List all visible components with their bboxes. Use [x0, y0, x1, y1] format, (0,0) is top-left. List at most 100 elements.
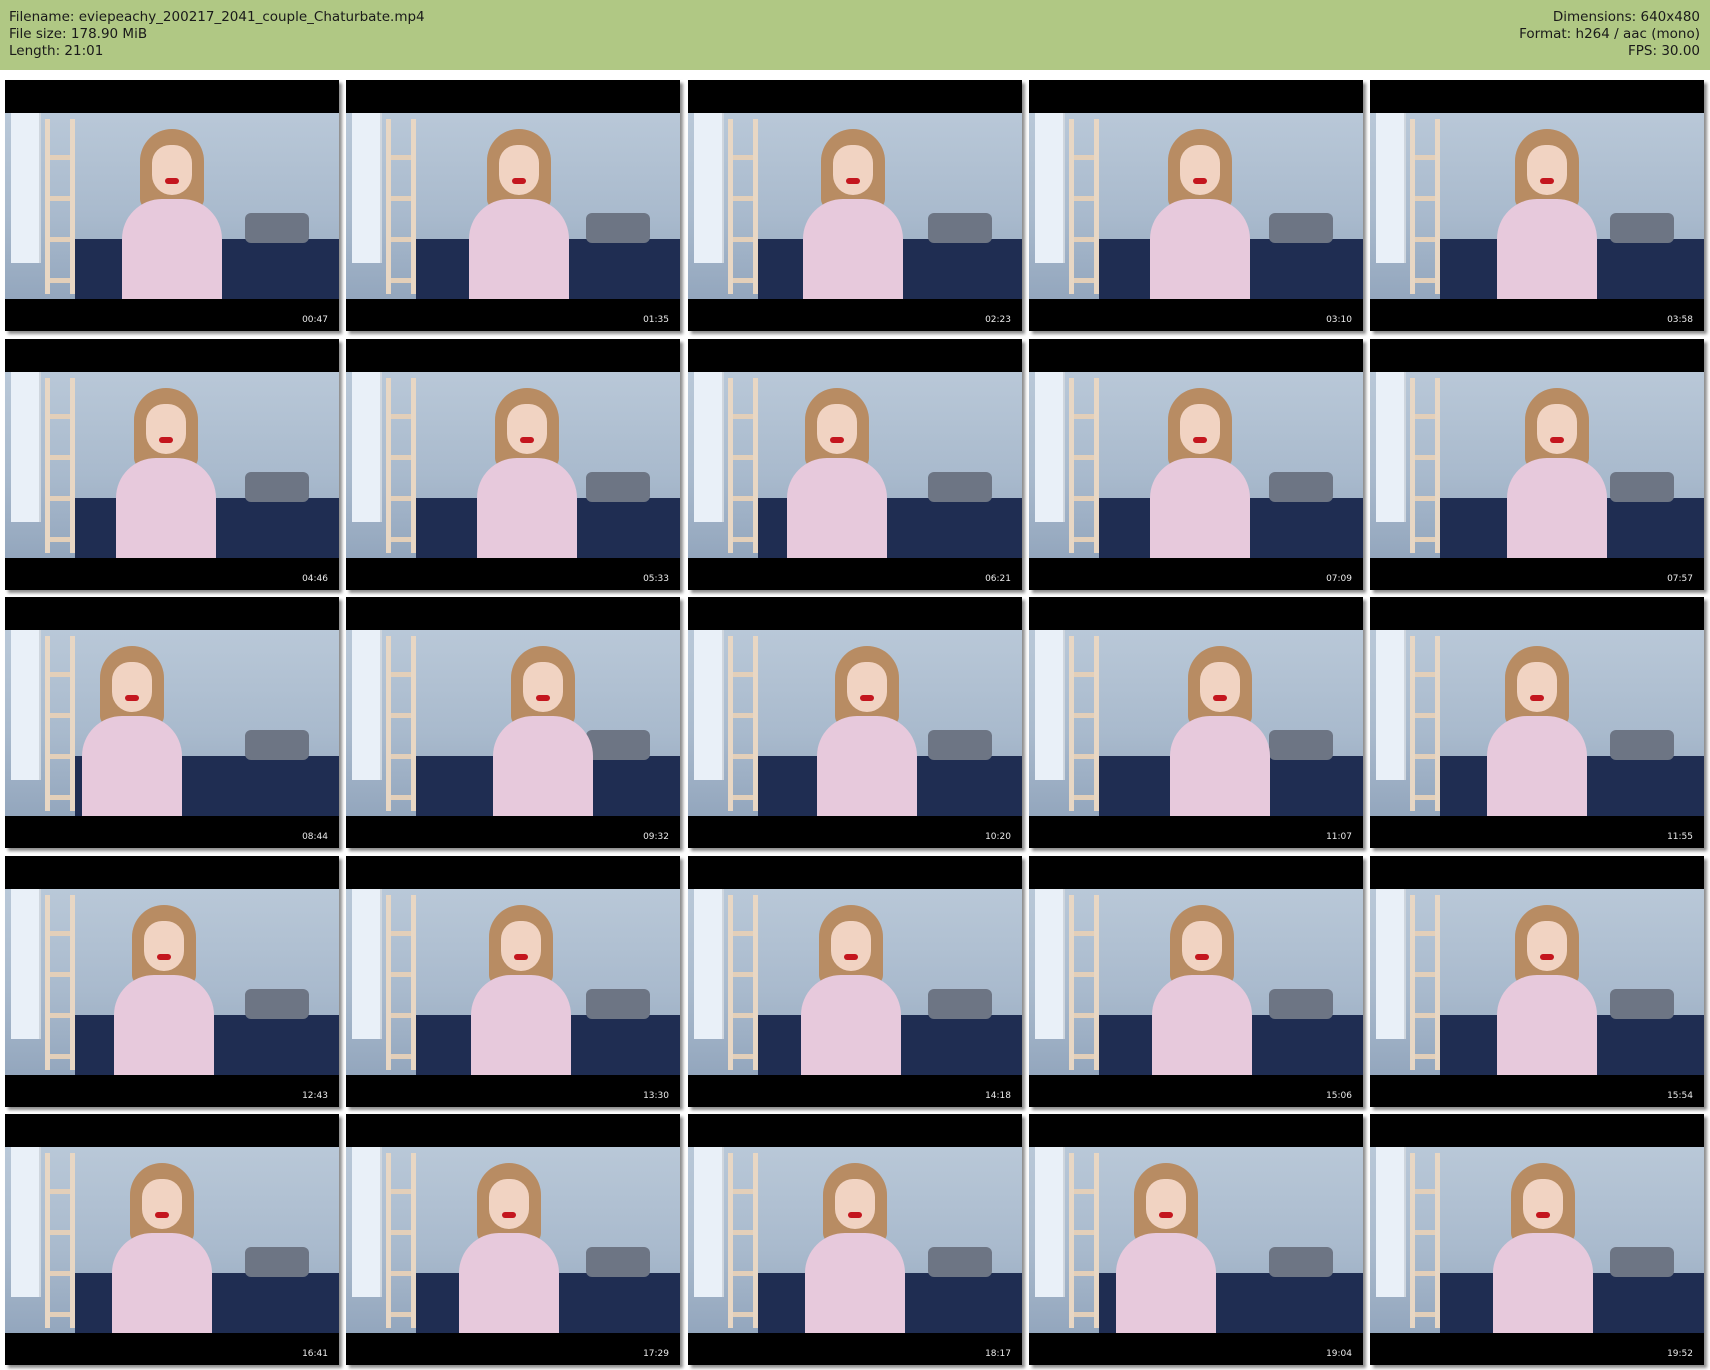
shirt	[471, 975, 571, 1075]
face	[831, 921, 871, 971]
window	[11, 889, 41, 1039]
timestamp-label: 13:30	[643, 1091, 669, 1101]
frame-image	[1029, 889, 1363, 1075]
person	[454, 127, 584, 299]
timestamp-label: 09:32	[643, 832, 669, 842]
video-thumbnail[interactable]: 10:20	[688, 597, 1022, 848]
pillow	[245, 730, 309, 760]
shelf	[386, 895, 416, 1070]
pillow	[928, 472, 992, 502]
face	[112, 662, 152, 712]
video-thumbnail[interactable]: 02:23	[688, 80, 1022, 331]
shirt	[493, 716, 593, 816]
video-thumbnail[interactable]: 14:18	[688, 856, 1022, 1107]
shelf	[1069, 636, 1099, 811]
window	[1376, 889, 1406, 1039]
frame-image	[346, 372, 680, 558]
shelf	[728, 895, 758, 1070]
shelf	[1069, 1153, 1099, 1328]
window	[11, 113, 41, 263]
shirt	[1150, 458, 1250, 558]
video-thumbnail[interactable]: 18:17	[688, 1114, 1022, 1365]
video-thumbnail[interactable]: 05:33	[346, 339, 680, 590]
video-thumbnail[interactable]: 08:44	[5, 597, 339, 848]
video-thumbnail[interactable]: 11:55	[1370, 597, 1704, 848]
timestamp-label: 14:18	[985, 1091, 1011, 1101]
shirt	[477, 458, 577, 558]
shelf	[1069, 119, 1099, 294]
shirt	[1116, 1233, 1216, 1333]
frame-image	[5, 1147, 339, 1333]
frame-image	[1029, 1147, 1363, 1333]
video-thumbnail[interactable]: 19:04	[1029, 1114, 1363, 1365]
shelf	[45, 119, 75, 294]
window	[1035, 113, 1065, 263]
frame-image	[346, 889, 680, 1075]
shirt	[1170, 716, 1270, 816]
pillow	[1610, 730, 1674, 760]
video-thumbnail[interactable]: 13:30	[346, 856, 680, 1107]
shirt	[122, 199, 222, 299]
video-thumbnail[interactable]: 07:57	[1370, 339, 1704, 590]
frame-image	[688, 1147, 1022, 1333]
thumbnail-grid: 00:47 01:35 02:23 03:10 03:58 04:46 05:33 06:21…	[0, 0, 1710, 1370]
window	[1376, 1147, 1406, 1297]
person	[1482, 903, 1612, 1075]
frame-image	[1029, 630, 1363, 816]
shirt	[469, 199, 569, 299]
shirt	[116, 458, 216, 558]
timestamp-label: 01:35	[643, 315, 669, 325]
frame-image	[1029, 113, 1363, 299]
video-thumbnail[interactable]: 00:47	[5, 80, 339, 331]
video-thumbnail[interactable]: 03:10	[1029, 80, 1363, 331]
window	[1035, 630, 1065, 780]
video-thumbnail[interactable]: 12:43	[5, 856, 339, 1107]
person	[1472, 644, 1602, 816]
shelf	[1069, 378, 1099, 553]
face	[1182, 921, 1222, 971]
person	[1155, 644, 1285, 816]
timestamp-label: 08:44	[302, 832, 328, 842]
face	[817, 404, 857, 454]
face	[142, 1179, 182, 1229]
video-thumbnail[interactable]: 15:54	[1370, 856, 1704, 1107]
video-thumbnail[interactable]: 17:29	[346, 1114, 680, 1365]
video-thumbnail[interactable]: 19:52	[1370, 1114, 1704, 1365]
window	[352, 630, 382, 780]
shirt	[459, 1233, 559, 1333]
window	[352, 113, 382, 263]
timestamp-label: 03:10	[1326, 315, 1352, 325]
person	[444, 1161, 574, 1333]
window	[352, 372, 382, 522]
pillow	[928, 213, 992, 243]
video-thumbnail[interactable]: 15:06	[1029, 856, 1363, 1107]
pillow	[1269, 989, 1333, 1019]
frame-image	[346, 113, 680, 299]
face	[1517, 662, 1557, 712]
video-thumbnail[interactable]: 06:21	[688, 339, 1022, 590]
window	[11, 372, 41, 522]
face	[499, 145, 539, 195]
shelf	[728, 1153, 758, 1328]
pillow	[928, 730, 992, 760]
timestamp-label: 16:41	[302, 1349, 328, 1359]
window	[1035, 372, 1065, 522]
timestamp-label: 07:09	[1326, 574, 1352, 584]
shelf	[45, 1153, 75, 1328]
shelf	[1410, 119, 1440, 294]
person	[1482, 127, 1612, 299]
video-thumbnail[interactable]: 04:46	[5, 339, 339, 590]
video-thumbnail[interactable]: 09:32	[346, 597, 680, 848]
shelf	[728, 378, 758, 553]
pillow	[245, 213, 309, 243]
video-thumbnail[interactable]: 01:35	[346, 80, 680, 331]
person	[1135, 386, 1265, 558]
timestamp-label: 10:20	[985, 832, 1011, 842]
person	[790, 1161, 920, 1333]
video-thumbnail[interactable]: 03:58	[1370, 80, 1704, 331]
window	[352, 1147, 382, 1297]
video-thumbnail[interactable]: 16:41	[5, 1114, 339, 1365]
video-thumbnail[interactable]: 07:09	[1029, 339, 1363, 590]
frame-image	[1370, 113, 1704, 299]
video-thumbnail[interactable]: 11:07	[1029, 597, 1363, 848]
